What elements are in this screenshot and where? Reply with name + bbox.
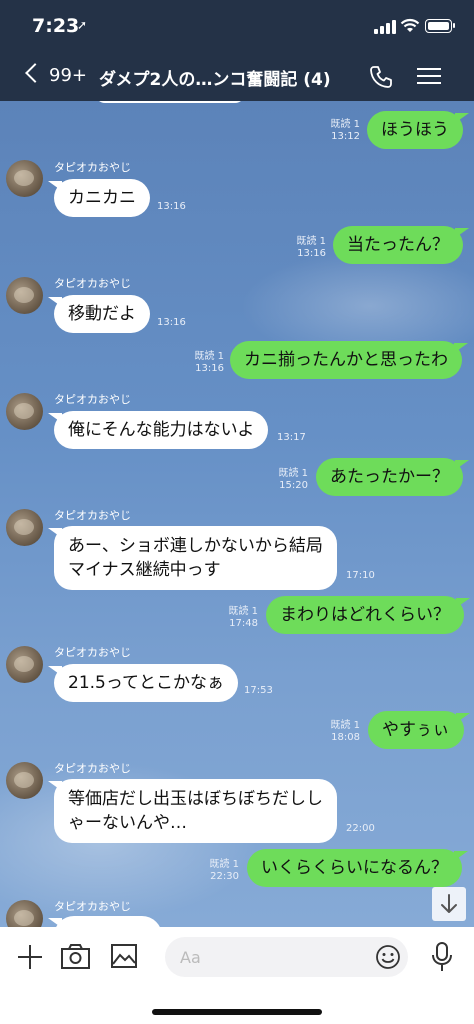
unread-count: 99+: [49, 65, 87, 86]
avatar[interactable]: [6, 160, 43, 197]
their-message-bubble[interactable]: 等価店だし出玉はぼちぼちだしし ゃーないんや…: [48, 779, 337, 843]
message-time: 15:20: [279, 480, 308, 491]
message-time: 13:16: [297, 248, 326, 259]
camera-icon[interactable]: [60, 942, 91, 970]
message-time: 17:48: [229, 618, 258, 629]
chat-header: 7:23 ➚ 99+ ダメプ2人の…ンコ奮闘記 (4): [0, 0, 474, 101]
my-message-bubble[interactable]: やすぅぃ: [368, 711, 469, 749]
message-line: ゃーないんや…: [68, 813, 187, 833]
their-message-bubble[interactable]: [48, 916, 162, 927]
my-message-bubble[interactable]: いくらくらいになるん？: [247, 849, 468, 887]
message-time: 18:08: [331, 732, 360, 743]
sender-name: タピオカおやじ: [54, 277, 131, 290]
their-message-bubble[interactable]: 21.5ってとこかなぁ: [47, 664, 239, 702]
sender-name: タピオカおやじ: [54, 393, 131, 406]
message-input[interactable]: [165, 937, 408, 977]
their-message-bubble[interactable]: 俺にそんな能力はないよ: [47, 411, 269, 449]
message-meta: 既読 1 13:16: [288, 236, 326, 260]
phone-icon[interactable]: [368, 64, 394, 90]
message-meta: 既読 1 18:08: [322, 720, 360, 744]
chat-area[interactable]: 既読 1 13:12 ほうほう タピオカおやじ カニカニ 13:16 既読 1 …: [0, 101, 474, 927]
avatar[interactable]: [6, 509, 43, 546]
read-receipt: 既読 1: [228, 606, 258, 617]
back-chevron-icon: [25, 63, 45, 83]
home-indicator: [152, 1009, 322, 1015]
message-time: 13:17: [277, 432, 306, 443]
avatar[interactable]: [6, 762, 43, 799]
read-receipt: 既読 1: [330, 720, 360, 731]
message-time: 13:16: [157, 201, 186, 212]
message-meta: 既読 1 13:16: [186, 351, 224, 375]
sender-name: タピオカおやじ: [54, 509, 131, 522]
my-message-bubble[interactable]: ほうほう: [367, 111, 469, 149]
image-icon[interactable]: [110, 943, 138, 969]
message-time: 22:30: [210, 871, 239, 882]
message-time: 13:16: [195, 363, 224, 374]
my-message-bubble[interactable]: カニ揃ったんかと思ったわ: [230, 341, 468, 379]
read-receipt: 既読 1: [194, 351, 224, 362]
microphone-icon[interactable]: [431, 941, 453, 973]
plus-icon[interactable]: [15, 942, 45, 972]
sender-name: タピオカおやじ: [54, 161, 131, 174]
message-meta: 既読 1 22:30: [201, 859, 239, 883]
sender-name: タピオカおやじ: [54, 646, 131, 659]
message-meta: 既読 1 15:20: [270, 468, 308, 492]
message-time: 13:12: [331, 131, 360, 142]
my-message-bubble[interactable]: 当たったん？: [333, 226, 469, 264]
message-meta: 既読 1 13:12: [322, 119, 360, 143]
message-time: 22:00: [346, 823, 375, 834]
message-line: マイナス継続中っす: [68, 560, 221, 580]
status-bar: 7:23 ➚: [0, 0, 474, 52]
my-message-bubble[interactable]: あたったかー？: [316, 458, 469, 496]
read-receipt: 既読 1: [330, 119, 360, 130]
read-receipt: 既読 1: [296, 236, 326, 247]
chat-title: ダメプ2人の…ンコ奮闘記 (4): [99, 70, 331, 90]
wifi-icon: [400, 18, 420, 32]
battery-icon: [425, 19, 455, 33]
avatar[interactable]: [6, 646, 43, 683]
message-time: 17:53: [244, 685, 273, 696]
message-meta: 既読 1 17:48: [220, 606, 258, 630]
menu-button[interactable]: [417, 66, 441, 86]
sender-name: タピオカおやじ: [54, 900, 131, 913]
partial-message-bubble: [95, 101, 245, 103]
read-receipt: 既読 1: [209, 859, 239, 870]
status-time: 7:23: [32, 15, 80, 37]
read-receipt: 既読 1: [278, 468, 308, 479]
signal-icon: [374, 19, 396, 34]
message-line: 等価店だし出玉はぼちぼちだしし: [68, 789, 323, 809]
their-message-bubble[interactable]: 移動だよ: [48, 295, 150, 333]
avatar[interactable]: [6, 277, 43, 314]
scroll-down-arrow-icon[interactable]: [432, 887, 466, 921]
message-time: 17:10: [346, 570, 375, 581]
nav-bar: 99+ ダメプ2人の…ンコ奮闘記 (4): [0, 52, 474, 101]
emoji-icon[interactable]: [375, 944, 401, 970]
message-line: あー、ショボ連しかないから結局: [68, 536, 323, 556]
their-message-bubble[interactable]: あー、ショボ連しかないから結局 マイナス継続中っす: [48, 526, 337, 590]
location-arrow-icon: ➚: [77, 18, 88, 32]
my-message-bubble[interactable]: まわりはどれくらい？: [266, 596, 470, 634]
message-time: 13:16: [157, 317, 186, 328]
their-message-bubble[interactable]: カニカニ: [48, 179, 150, 217]
avatar[interactable]: [6, 393, 43, 430]
sender-name: タピオカおやじ: [54, 762, 131, 775]
input-bar: [0, 927, 474, 1024]
